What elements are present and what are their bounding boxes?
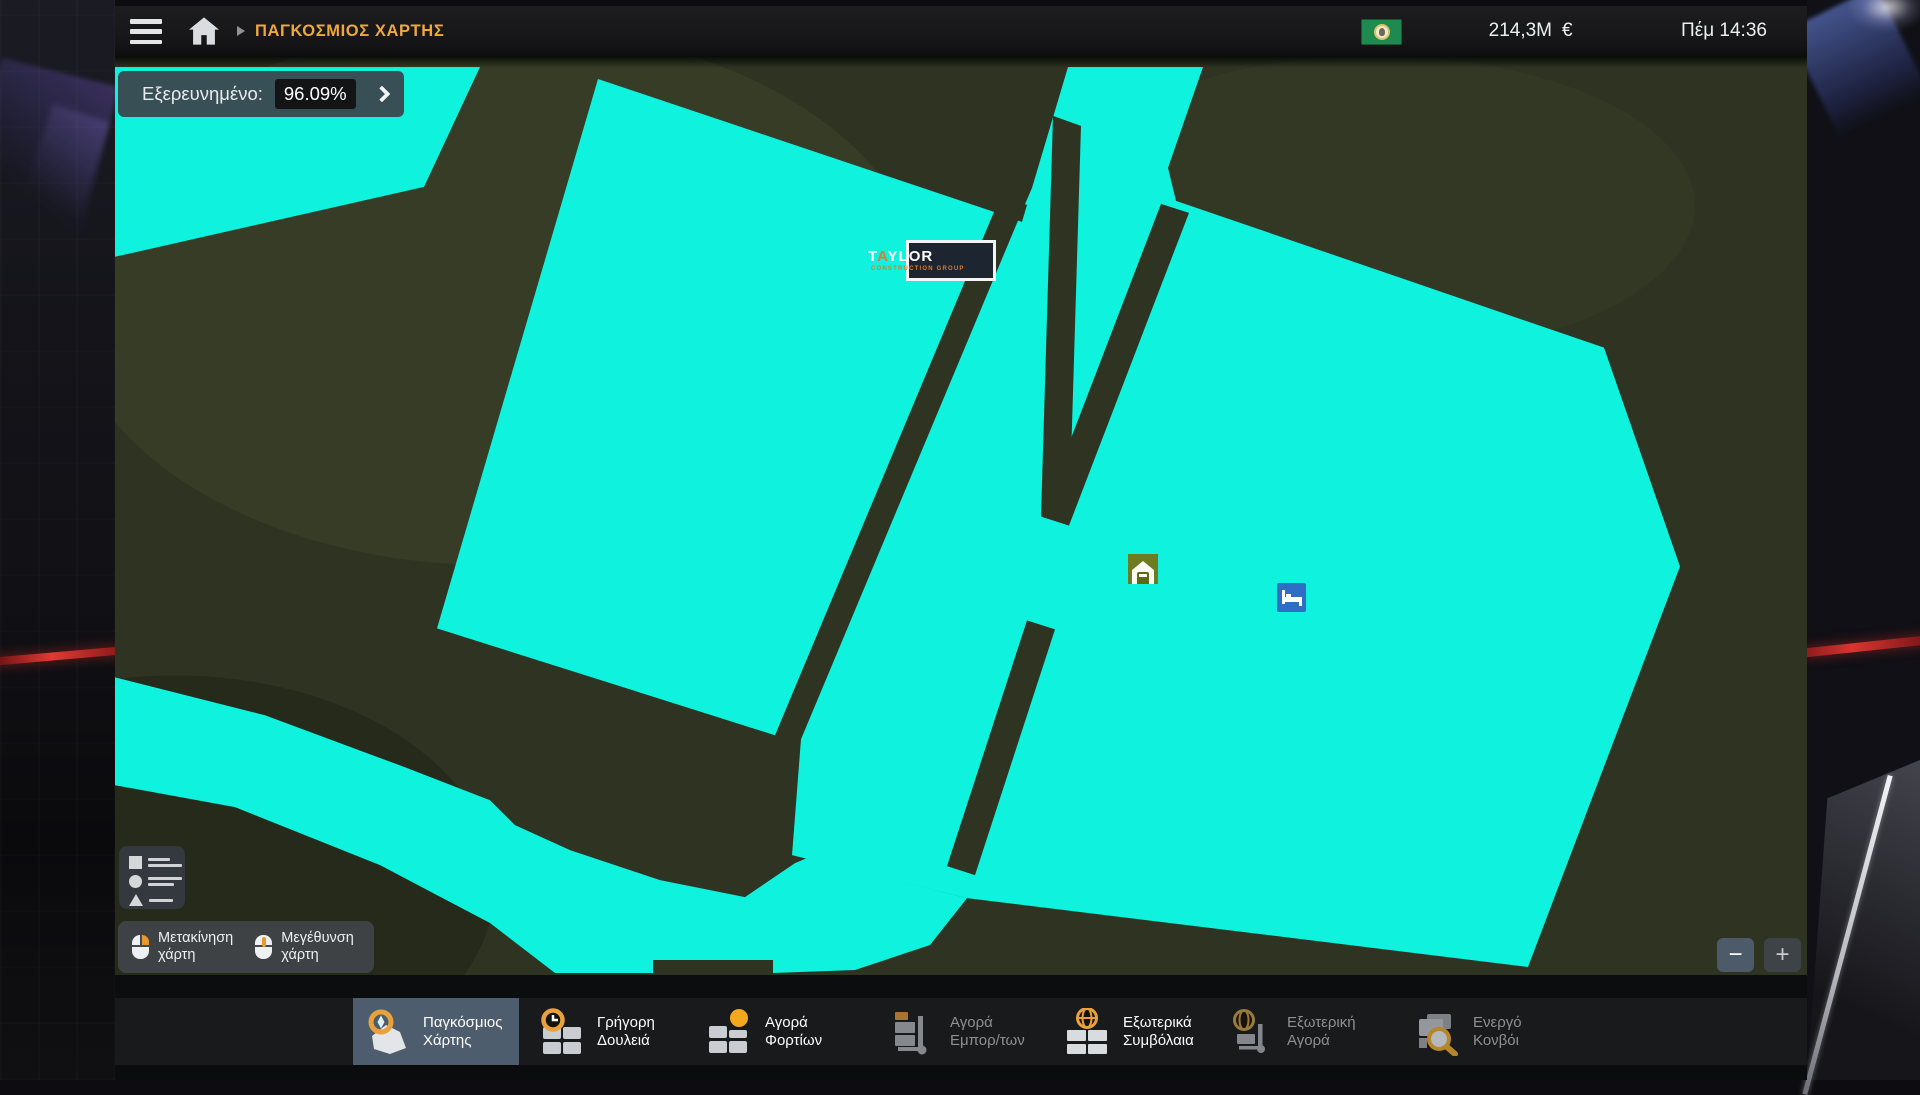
chevron-right-icon [373,86,390,103]
world-map-canvas [115,56,1807,975]
tab-freight-market[interactable]: ΑγοράΦορτίων [695,998,855,1065]
tunnel-wall-left [0,0,115,1080]
zoom-out-button[interactable]: − [1717,938,1754,972]
white-glow [1847,0,1920,32]
zoom-in-button[interactable]: + [1764,938,1801,972]
company-logo-subtitle: CONSTRUCTION GROUP [871,266,1031,272]
tab-active-convoy[interactable]: ΕνεργόΚονβόι [1403,998,1563,1065]
legend-circle-icon [129,875,142,888]
flag-icon [1361,19,1402,45]
quick-job-icon [539,1008,585,1056]
freight-market-icon [707,1008,753,1056]
home-icon[interactable] [187,16,221,46]
pan-hint: Μετακίνησηχάρτη [132,930,233,964]
mouse-wheel-icon [255,935,272,959]
tab-external-contracts[interactable]: ΕξωτερικάΣυμβόλαια [1053,998,1221,1065]
explored-progress-badge[interactable]: Εξερευνημένο: 96.09% [118,71,404,117]
external-contracts-icon [1065,1008,1111,1056]
breadcrumb-caret-icon [237,26,245,36]
external-market-icon [1229,1008,1275,1056]
tab-trailer-market[interactable]: ΑγοράΕμπορ/των [880,998,1048,1065]
tab-world-map[interactable]: ΠαγκόσμιοςΧάρτης [353,998,519,1065]
menu-icon[interactable] [130,19,162,44]
window-bottom-strip [115,1065,1807,1080]
convoy-search-icon [1415,1008,1461,1056]
map-bottom-strip [115,975,1807,998]
map-control-hints: Μετακίνησηχάρτη Μεγέθυνσηχάρτη [118,921,374,973]
explored-value: 96.09% [275,79,356,109]
explored-label: Εξερευνημένο: [142,83,263,105]
tab-external-market[interactable]: ΕξωτερικήΑγορά [1217,998,1385,1065]
game-datetime: Πέμ 14:36 [1681,20,1767,42]
legend-square-icon [129,856,142,869]
currency-symbol: € [1562,20,1573,42]
world-map[interactable]: Εξερευνημένο: 96.09% TAYLOR CONSTRUCTION… [115,56,1807,975]
tab-quick-job[interactable]: ΓρήγορηΔουλειά [527,998,687,1065]
legend-triangle-icon [129,894,143,906]
world-map-window: ΠΑΓΚΟΣΜΙΟΣ ΧΑΡΤΗΣ 214,3M € Πέμ 14:36 Εξε… [115,6,1807,1080]
tunnel-wall-right [1807,0,1920,1080]
top-bar: ΠΑΓΚΟΣΜΙΟΣ ΧΑΡΤΗΣ 214,3M € Πέμ 14:36 [115,6,1807,56]
cargo-dolly-icon [892,1008,938,1056]
zoom-hint: Μεγέθυνσηχάρτη [255,930,354,964]
map-legend-button[interactable] [119,846,185,909]
hotel-marker-icon[interactable] [1277,583,1306,612]
mouse-right-button-icon [132,935,149,959]
breadcrumb: ΠΑΓΚΟΣΜΙΟΣ ΧΑΡΤΗΣ [255,22,444,41]
red-light-stripe-right [1803,636,1920,658]
world-map-icon [365,1008,411,1056]
garage-marker-icon[interactable] [1128,554,1158,584]
company-logo-taylor[interactable]: TAYLOR CONSTRUCTION GROUP [906,240,996,281]
company-logo-title: TAYLOR [868,249,1034,264]
bottom-nav-bar: ΠαγκόσμιοςΧάρτης ΓρήγορηΔουλειά [115,998,1807,1065]
money-balance: 214,3M [1435,20,1552,42]
